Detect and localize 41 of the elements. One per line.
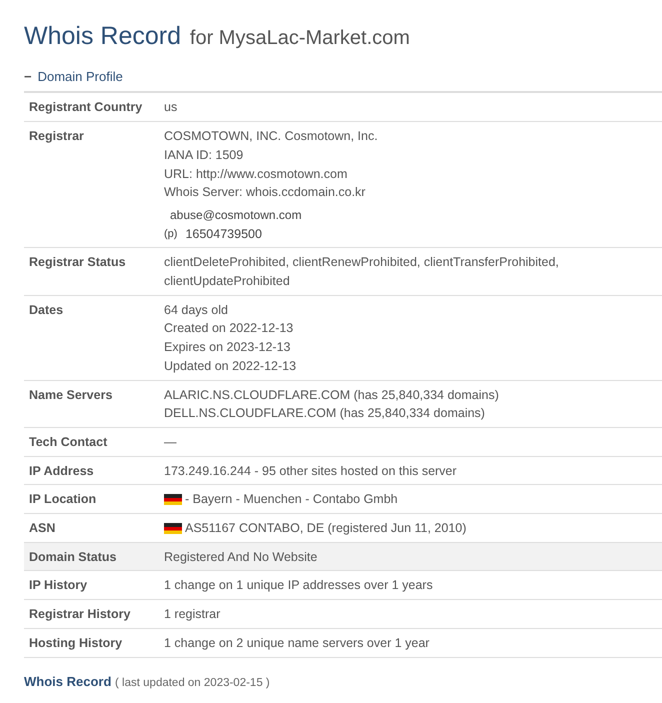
field-value: Registered And No Website (164, 548, 318, 566)
field-label: IP History (28, 577, 88, 594)
field-value: DELL.NS.CLOUDFLARE.COM (has 25,840,334 domains) (164, 405, 485, 422)
field-value: 173.249.16.244 - 95 other sites hosted on this server (164, 462, 457, 480)
field-value: Whois Server: whois.ccdomain.co.kr (164, 184, 366, 202)
field-label: Hosting History (28, 634, 124, 652)
field-label: Registrar (28, 128, 85, 146)
field-value: 1 change on 1 unique IP addresses over 1 years (164, 577, 433, 594)
field-value: clientDeleteProhibited, clientRenewProhibited, clientTransferProhibited, clientUpdateProhibited (164, 254, 560, 290)
field-value: COSMOTOWN, INC. Cosmotown, Inc. (164, 128, 378, 146)
last-updated-text: ( last updated on 2023-02-15 ) (115, 676, 270, 689)
field-label: Tech Contact (28, 434, 108, 451)
field-value: IANA ID: 1509 (164, 146, 244, 164)
email-text: abuse@cosmotown.com (170, 206, 302, 224)
field-value: URL: http://www.cosmotown.com (164, 166, 348, 183)
domain-name: for MysaLac-Market.com (190, 27, 410, 49)
phone-prefix: (p) (164, 226, 178, 242)
field-value: Created on 2022-12-13 (164, 320, 294, 338)
field-label: Registrant Country (28, 99, 144, 116)
field-label: Registrar Status (28, 254, 127, 272)
field-value: — (164, 434, 176, 451)
field-value: 64 days old (164, 302, 228, 319)
field-label: ASN (28, 520, 56, 538)
footer-title: Whois Record (24, 674, 112, 689)
field-value: us (164, 99, 178, 116)
field-value: ALARIC.NS.CLOUDFLARE.COM (has 25,840,334 domains) (164, 386, 499, 404)
phone-number: 16504739500 (185, 226, 262, 243)
field-value: - Bayern - Muenchen - Contabo Gmbh (185, 491, 398, 508)
field-label: Domain Status (28, 548, 118, 566)
field-value: 1 registrar (164, 606, 220, 624)
field-value: 1 change on 2 unique name servers over 1 year (164, 634, 430, 652)
field-label: IP Address (28, 462, 95, 480)
page-title: Whois Record (24, 22, 181, 50)
field-value: Expires on 2023-12-13 (164, 339, 290, 356)
field-label: IP Location (28, 491, 98, 508)
field-value: AS51167 CONTABO, DE (registered Jun 11, 2010) (185, 520, 466, 538)
field-value: Updated on 2022-12-13 (164, 358, 296, 375)
field-label: Name Servers (28, 386, 114, 404)
section-toggle[interactable]: − Domain Profile (24, 69, 123, 84)
field-label: Registrar History (28, 606, 132, 624)
field-label: Dates (28, 302, 64, 319)
